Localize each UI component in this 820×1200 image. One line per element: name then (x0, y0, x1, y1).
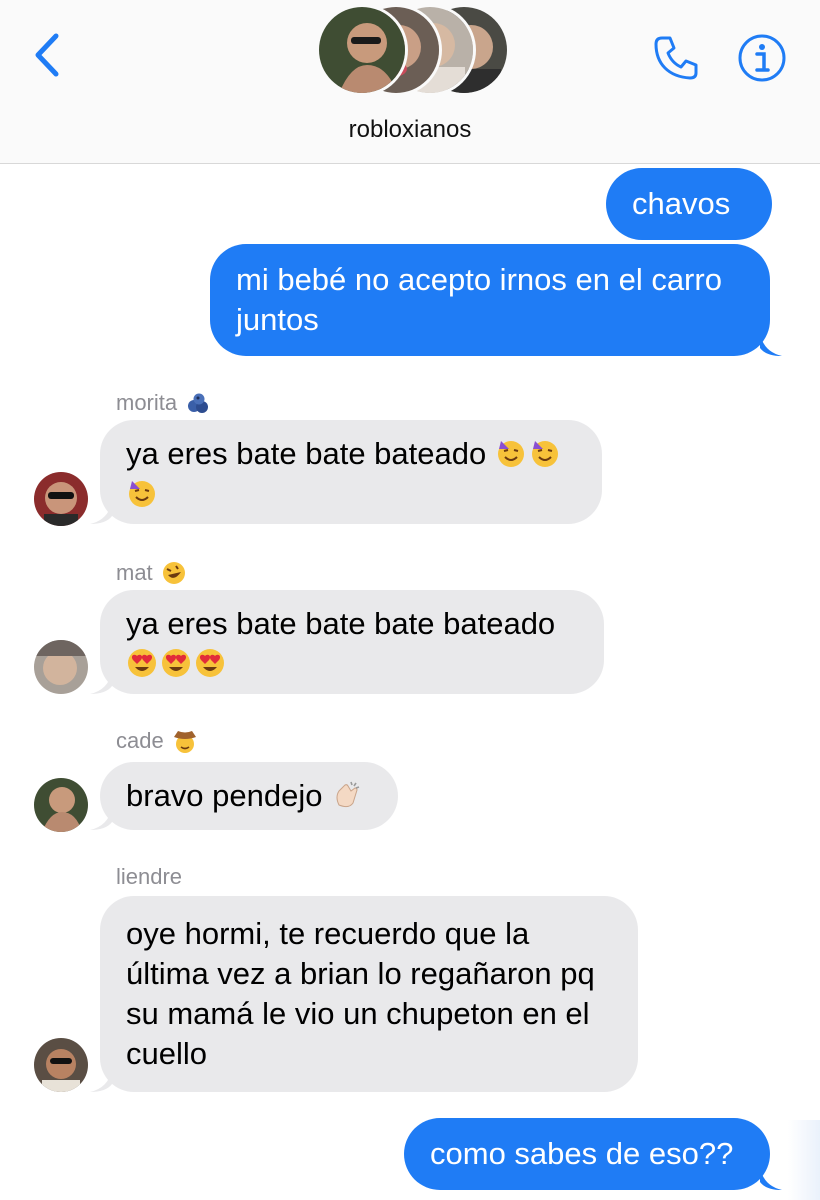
bubble-tail (90, 502, 112, 524)
partying-face-icon (495, 437, 527, 469)
chevron-left-icon (35, 33, 59, 77)
bubble-tail (760, 1168, 782, 1190)
blueberries-icon (188, 393, 209, 413)
outgoing-message[interactable]: mi bebé no acepto irnos en el carro junt… (210, 244, 770, 356)
cowboy-face-icon (173, 731, 196, 753)
sender-label: morita (116, 390, 178, 415)
clapping-hands-icon (331, 779, 363, 811)
heart-eyes-icon (194, 647, 226, 679)
call-button[interactable] (650, 32, 702, 84)
sender-label: mat (116, 560, 153, 585)
bubble-tail (760, 334, 782, 356)
sender-name: morita (116, 390, 211, 416)
message-text: su mamá le vio un chupeton en el (126, 996, 590, 1031)
outgoing-message[interactable]: chavos (606, 168, 772, 240)
phone-icon (654, 36, 698, 80)
avatar[interactable] (34, 1038, 88, 1092)
heart-eyes-icon (160, 647, 192, 679)
message-text: bravo pendejo (126, 778, 323, 813)
message-text: juntos (236, 302, 319, 337)
rolling-laughing-icon (162, 562, 185, 584)
incoming-message[interactable]: bravo pendejo (100, 762, 398, 830)
sender-label: cade (116, 728, 164, 753)
outgoing-message[interactable]: como sabes de eso?? (404, 1118, 770, 1190)
incoming-message[interactable]: ya eres bate bate bate bateado (100, 590, 604, 694)
incoming-message[interactable]: oye hormi, te recuerdo que la última vez… (100, 896, 638, 1092)
sender-name: liendre (116, 864, 182, 890)
sender-name: mat (116, 560, 187, 586)
message-text: oye hormi, te recuerdo que la (126, 916, 530, 951)
message-text: mi bebé no acepto irnos en el carro (236, 262, 722, 297)
message-text: ya eres bate bate bateado (126, 436, 487, 471)
info-button[interactable] (736, 32, 788, 84)
group-name[interactable]: robloxianos (0, 116, 820, 144)
group-avatars[interactable] (316, 4, 510, 100)
heart-eyes-icon (126, 647, 158, 679)
sender-label: liendre (116, 864, 183, 889)
sender-name: cade (116, 728, 198, 754)
bubble-tail (90, 1070, 112, 1092)
bubble-tail (90, 808, 112, 830)
avatar[interactable] (34, 778, 88, 832)
partying-face-icon (126, 477, 158, 509)
message-text: última vez a brian lo regañaron pq (126, 956, 595, 991)
avatar[interactable] (34, 472, 88, 526)
message-text: ya eres bate bate bate bateado (126, 606, 556, 641)
info-icon (738, 34, 786, 82)
avatar (316, 4, 408, 96)
back-button[interactable] (26, 28, 70, 82)
incoming-message[interactable]: ya eres bate bate bateado (100, 420, 602, 524)
bubble-tail (90, 672, 112, 694)
conversation-header: robloxianos (0, 0, 820, 164)
partying-face-icon (529, 437, 561, 469)
message-text: cuello (126, 1036, 207, 1071)
message-text: como sabes de eso?? (430, 1136, 734, 1171)
scroll-edge (788, 1120, 820, 1200)
avatar[interactable] (34, 640, 88, 694)
message-text: chavos (632, 186, 731, 221)
